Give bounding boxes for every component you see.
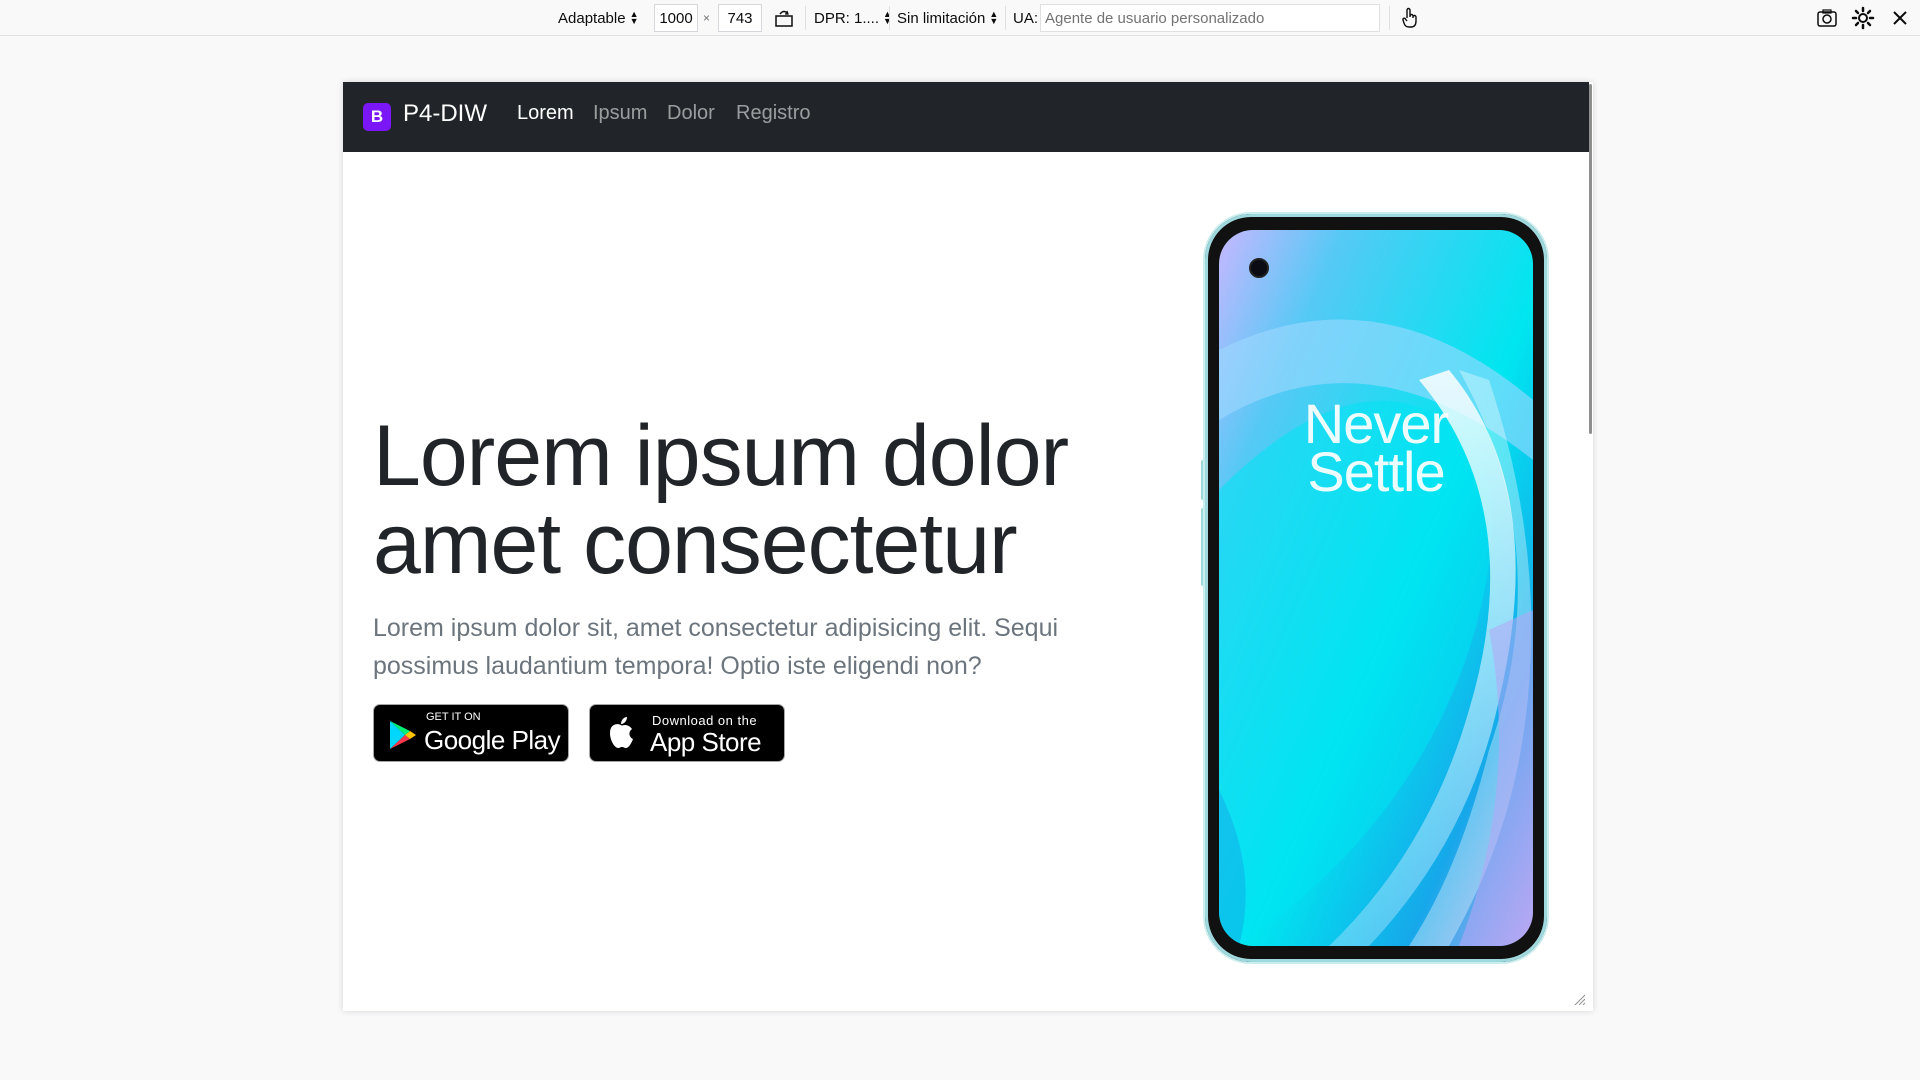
ua-label: UA: <box>1013 9 1039 27</box>
phone-screen: Never Settle <box>1219 230 1533 946</box>
hero-title-line: amet consectetur <box>373 496 1018 592</box>
hero-lead-line: possimus laudantium tempora! Optio iste … <box>373 652 982 680</box>
settings-gear-icon[interactable] <box>1851 6 1875 30</box>
app-store-button[interactable]: Download on the App Store <box>589 704 785 762</box>
viewport-width-input[interactable]: 1000 <box>654 4 698 32</box>
separator <box>805 6 806 30</box>
hero-title: Lorem ipsum dolor amet consectetur <box>373 412 1133 588</box>
throttling-selector-label: Sin limitación <box>897 9 986 27</box>
user-agent-input[interactable]: Agente de usuario personalizado <box>1040 4 1380 32</box>
nav-link-dolor[interactable]: Dolor <box>667 102 715 125</box>
navbar: B P4-DIW Lorem Ipsum Dolor Registro <box>343 82 1589 152</box>
vertical-scrollbar[interactable] <box>1589 82 1593 1011</box>
google-play-button[interactable]: GET IT ON Google Play <box>373 704 569 762</box>
google-play-big-text: Google Play <box>424 725 561 755</box>
responsive-viewport: B P4-DIW Lorem Ipsum Dolor Registro Lore… <box>343 82 1593 1011</box>
camera-icon <box>1249 258 1269 278</box>
updown-arrows-icon: ▲ ▼ <box>883 9 892 26</box>
screenshot-icon[interactable] <box>1815 6 1839 30</box>
viewport-height-input[interactable]: 743 <box>718 4 762 32</box>
dpr-selector-label: DPR: 1.... <box>814 9 880 27</box>
phone-mockup-image: Never Settle <box>1205 214 1547 962</box>
app-store-big-text: App Store <box>650 727 762 757</box>
phone-wallpaper-text: Settle <box>1307 440 1445 503</box>
bootstrap-logo-icon[interactable]: B <box>363 103 391 131</box>
updown-arrows-icon: ▲ ▼ <box>629 9 639 26</box>
apple-icon <box>610 717 633 748</box>
app-store-small-text: Download on the <box>652 713 758 728</box>
device-selector-label: Adaptable <box>558 9 626 27</box>
throttling-selector[interactable]: Sin limitación ▲ ▼ <box>897 0 998 36</box>
resize-handle-icon[interactable] <box>1573 993 1585 1005</box>
separator <box>1389 6 1390 30</box>
navbar-brand[interactable]: P4-DIW <box>403 100 487 128</box>
touch-simulation-icon[interactable] <box>1398 6 1422 30</box>
hero-lead: Lorem ipsum dolor sit, amet consectetur … <box>373 609 1093 685</box>
hero-lead-line: Lorem ipsum dolor sit, amet consectetur … <box>373 614 1059 642</box>
dpr-selector[interactable]: DPR: 1.... ▲ ▼ <box>814 0 892 36</box>
scrollbar-thumb[interactable] <box>1589 84 1592 434</box>
hero-title-line: Lorem ipsum dolor <box>373 408 1069 504</box>
google-play-icon <box>390 721 416 749</box>
close-icon[interactable] <box>1888 6 1912 30</box>
updown-arrows-icon: ▲ ▼ <box>989 9 999 26</box>
nav-link-lorem[interactable]: Lorem <box>517 102 574 125</box>
separator <box>889 6 890 30</box>
separator <box>1005 6 1006 30</box>
nav-link-registro[interactable]: Registro <box>736 102 810 125</box>
phone-wallpaper <box>1219 230 1533 946</box>
nav-link-ipsum[interactable]: Ipsum <box>593 102 647 125</box>
dimension-separator: × <box>703 11 711 25</box>
responsive-design-toolbar: Adaptable ▲ ▼ 1000 × 743 DPR: 1.... ▲ ▼ Si… <box>0 0 1920 36</box>
rotate-viewport-icon[interactable] <box>772 6 796 30</box>
google-play-small-text: GET IT ON <box>426 711 481 723</box>
device-selector[interactable]: Adaptable ▲ ▼ <box>558 0 638 36</box>
